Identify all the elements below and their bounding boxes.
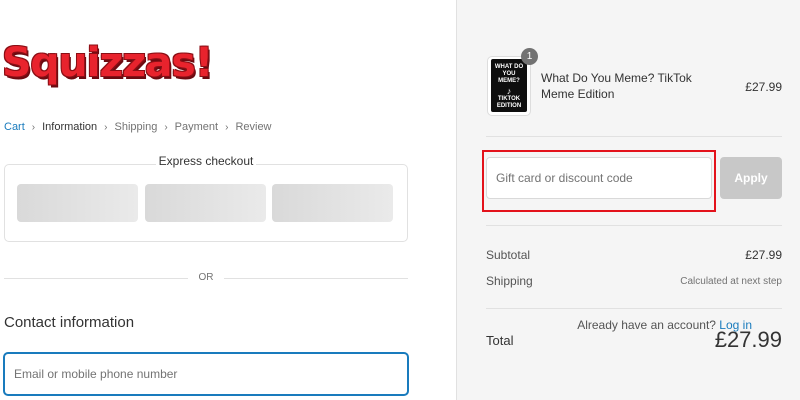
product-box-title: WHAT DO YOU: [494, 64, 524, 77]
express-checkout-title: Express checkout: [156, 154, 256, 168]
breadcrumb-cart[interactable]: Cart: [4, 121, 25, 133]
product-box-edition: TIKTOK EDITION: [496, 96, 522, 109]
summary-divider-2: [486, 225, 782, 226]
product-name: What Do You Meme? TikTok Meme Edition: [541, 71, 692, 101]
chevron-right-icon: ›: [104, 121, 108, 133]
subtotal-value: £27.99: [745, 248, 782, 262]
product-box-subtitle: MEME?: [498, 78, 520, 84]
summary-divider-1: [486, 136, 782, 137]
divider-line-left: [4, 278, 188, 279]
express-pay-button-3[interactable]: [272, 184, 393, 222]
store-logo[interactable]: Squizzas!: [2, 40, 213, 86]
chevron-right-icon: ›: [164, 121, 168, 133]
apply-button[interactable]: Apply: [720, 157, 782, 199]
breadcrumb-payment: Payment: [174, 121, 219, 133]
shipping-value: Calculated at next step: [680, 276, 782, 287]
or-divider-text: OR: [198, 272, 214, 283]
subtotal-label: Subtotal: [486, 248, 531, 262]
shipping-label: Shipping: [486, 274, 533, 288]
product-image: WHAT DO YOU MEME? ♪ TIKTOK EDITION: [491, 59, 527, 112]
divider-line-right: [224, 278, 408, 279]
discount-code-input[interactable]: [486, 157, 712, 199]
breadcrumb: Cart › Information › Shipping › Payment …: [4, 121, 272, 133]
quantity-badge: 1: [521, 48, 538, 65]
breadcrumb-information: Information: [42, 121, 98, 133]
chevron-right-icon: ›: [225, 121, 229, 133]
product-price: £27.99: [745, 80, 782, 94]
chevron-right-icon: ›: [31, 121, 36, 133]
account-prompt-text: Already have an account?: [577, 318, 716, 332]
summary-divider-3: [486, 308, 782, 309]
breadcrumb-review: Review: [235, 121, 272, 133]
tiktok-icon: ♪: [506, 86, 512, 96]
contact-information-heading: Contact information: [4, 314, 135, 331]
total-value: £27.99: [714, 327, 782, 352]
express-pay-button-1[interactable]: [17, 184, 138, 222]
breadcrumb-shipping: Shipping: [114, 121, 158, 133]
express-pay-button-2[interactable]: [145, 184, 266, 222]
total-label: Total: [486, 333, 514, 348]
email-input[interactable]: [3, 352, 409, 396]
